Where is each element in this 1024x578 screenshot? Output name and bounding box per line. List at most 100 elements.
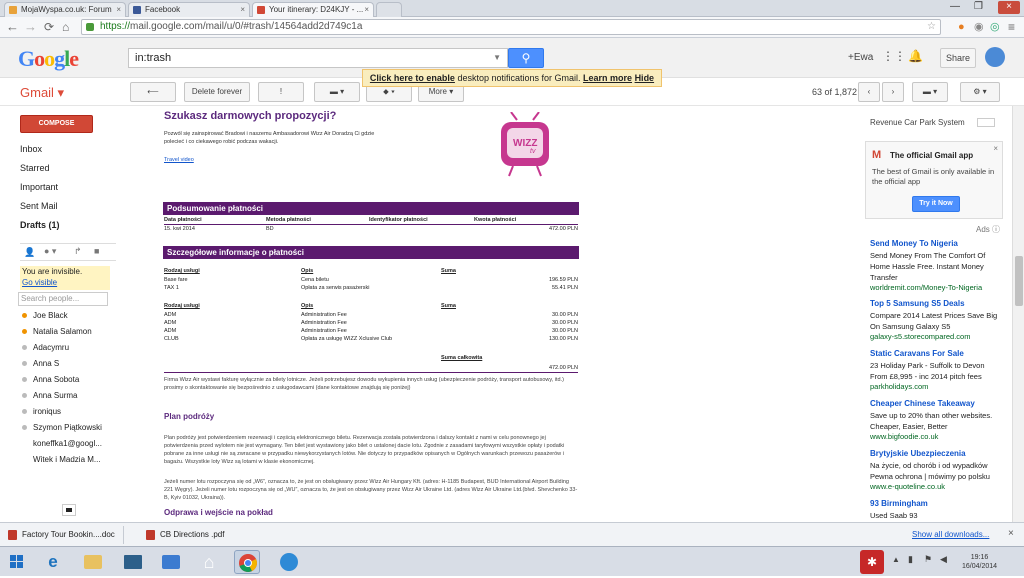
computer-icon[interactable] [120,550,146,574]
ad-url[interactable]: worldremit.com/Money-To-Nigeria [870,283,982,292]
user-link[interactable]: +Ewa [848,52,873,63]
back-to-trash-button[interactable]: ⟵ [130,82,176,102]
sidebar-item-inbox[interactable]: Inbox [20,144,42,154]
learn-more-link[interactable]: Learn more [583,73,632,83]
move-to-button[interactable]: ▬ ▾ [314,82,360,102]
newer-button[interactable]: ‹ [858,82,880,102]
download-item[interactable]: CB Directions .pdf [144,526,262,544]
close-window-icon[interactable]: × [998,1,1020,14]
compose-button[interactable]: COMPOSE [20,115,93,133]
person-icon[interactable]: 👤 [24,247,35,258]
maximize-icon[interactable]: ❐ [974,1,983,12]
app-tray-icon[interactable]: ✱ [860,550,884,574]
chrome-icon[interactable] [234,550,260,574]
sidebar-item-starred[interactable]: Starred [20,163,50,173]
volume-icon[interactable]: ◀ [940,554,947,565]
home-icon[interactable]: ⌂ [62,19,69,35]
display-density-button[interactable]: ▬ ▾ [912,82,948,102]
contact-item[interactable]: Anna S [22,359,59,368]
close-tab-icon[interactable]: × [240,3,245,16]
go-visible-link[interactable]: Go visible [22,277,110,288]
star-icon[interactable]: ☆ [927,20,936,34]
ad-title[interactable]: Cheaper Chinese Takeaway [870,399,975,408]
close-icon[interactable]: × [993,144,998,153]
search-input[interactable]: in:trash ▼ [128,48,508,68]
scrollbar-thumb[interactable] [1015,256,1023,306]
contact-item[interactable]: koneffka1@googl... [22,439,102,448]
settings-button[interactable]: ⚙ ▾ [960,82,1000,102]
extension-icon[interactable]: ● [958,19,965,35]
avatar[interactable] [985,47,1005,67]
contact-item[interactable]: Adacymru [22,343,69,352]
network-icon[interactable]: ▮ [908,554,913,565]
notifications-bell-icon[interactable]: 🔔 [908,49,923,63]
revenue-car-park-link[interactable]: Revenue Car Park System [870,118,965,127]
phone-icon[interactable]: ↱ [74,246,82,257]
ad-title[interactable]: Send Money To Nigeria [870,239,958,248]
chat-toggle-button[interactable] [62,504,76,516]
show-all-downloads-link[interactable]: Show all downloads... [912,530,989,539]
menu-icon[interactable]: ≡ [1008,19,1015,35]
search-options-icon[interactable]: ▼ [493,49,501,67]
scrollbar[interactable] [1012,106,1024,522]
ad-url[interactable]: www.e-quoteline.co.uk [870,482,945,491]
wizz-tv-logo[interactable]: WIZZ tv [497,111,553,178]
try-it-now-button[interactable]: Try it Now [912,196,960,212]
report-spam-button[interactable]: ! [258,82,304,102]
extension-icon[interactable]: ◎ [990,19,1000,35]
app-icon[interactable] [276,550,302,574]
browser-tab-mojawyspa[interactable]: MojaWyspa.co.uk: Forum × [4,2,126,17]
start-button-icon[interactable] [4,550,30,574]
delete-forever-button[interactable]: Delete forever [184,82,250,102]
ad-url[interactable]: www.bigfoodie.co.uk [870,432,938,441]
hide-link[interactable]: Hide [635,73,655,83]
enable-notifications-link[interactable]: Click here to enable [370,73,455,83]
ad-url[interactable]: parkholidays.com [870,382,928,391]
contact-item[interactable]: Szymon Piątkowski [22,423,102,432]
ads-label[interactable]: Ads ⓘ [976,224,1000,235]
contact-item[interactable]: Anna Sobota [22,375,79,384]
more-options-icon[interactable] [977,118,995,127]
sidebar-item-important[interactable]: Important [20,182,58,192]
file-explorer-icon[interactable] [80,550,106,574]
apps-grid-icon[interactable]: ⋮⋮ [882,49,906,63]
home-app-icon[interactable]: ⌂ [196,550,222,574]
share-button[interactable]: Share [940,48,976,68]
close-tab-icon[interactable]: × [364,3,369,16]
ad-title[interactable]: Brytyjskie Ubezpieczenia [870,449,966,458]
ad-url[interactable]: galaxy-s5.storecompared.com [870,332,970,341]
download-item[interactable]: Factory Tour Bookin....doc [6,526,124,544]
contact-item[interactable]: Anna Surma [22,391,77,400]
sidebar-item-drafts[interactable]: Drafts (1) [20,220,60,230]
minimize-icon[interactable]: — [950,1,960,12]
reload-icon[interactable]: ⟳ [44,19,54,35]
browser-tab-facebook[interactable]: Facebook × [128,2,250,17]
search-people-input[interactable]: Search people... [18,292,108,306]
extension-icon[interactable]: ◉ [974,19,984,35]
tray-arrow-icon[interactable]: ▲ [892,555,900,564]
contact-item[interactable]: Joe Black [22,311,68,320]
browser-tab-itinerary[interactable]: Your itinerary: D24KJY - ... × [252,2,374,17]
close-download-bar-icon[interactable]: × [1008,528,1014,539]
contact-item[interactable]: ironiqus [22,407,61,416]
ad-title[interactable]: 93 Birmingham [870,499,928,508]
flag-icon[interactable]: ⚑ [924,554,932,565]
internet-explorer-icon[interactable]: e [40,550,66,574]
google-logo[interactable]: Google [18,46,79,72]
older-button[interactable]: › [882,82,904,102]
ad-title[interactable]: Top 5 Samsung S5 Deals [870,299,965,308]
search-button[interactable]: ⚲ [508,48,544,68]
contact-item[interactable]: Natalia Salamon [22,327,92,336]
forward-arrow-icon[interactable]: → [24,19,37,35]
sidebar-item-sent[interactable]: Sent Mail [20,201,58,211]
status-icon[interactable]: ● ▾ [44,246,56,257]
video-icon[interactable]: ■ [94,246,99,256]
mail-icon[interactable] [158,550,184,574]
gmail-menu[interactable]: Gmail ▾ [20,85,64,101]
contact-item[interactable]: Witek i Madzia M... [22,455,101,464]
ad-title[interactable]: Static Caravans For Sale [870,349,964,358]
back-arrow-icon[interactable]: ← [6,19,19,35]
system-clock[interactable]: 19:16 16/04/2014 [962,553,997,571]
url-field[interactable]: https://mail.google.com/mail/u/0/#trash/… [81,19,941,35]
close-tab-icon[interactable]: × [116,3,121,16]
